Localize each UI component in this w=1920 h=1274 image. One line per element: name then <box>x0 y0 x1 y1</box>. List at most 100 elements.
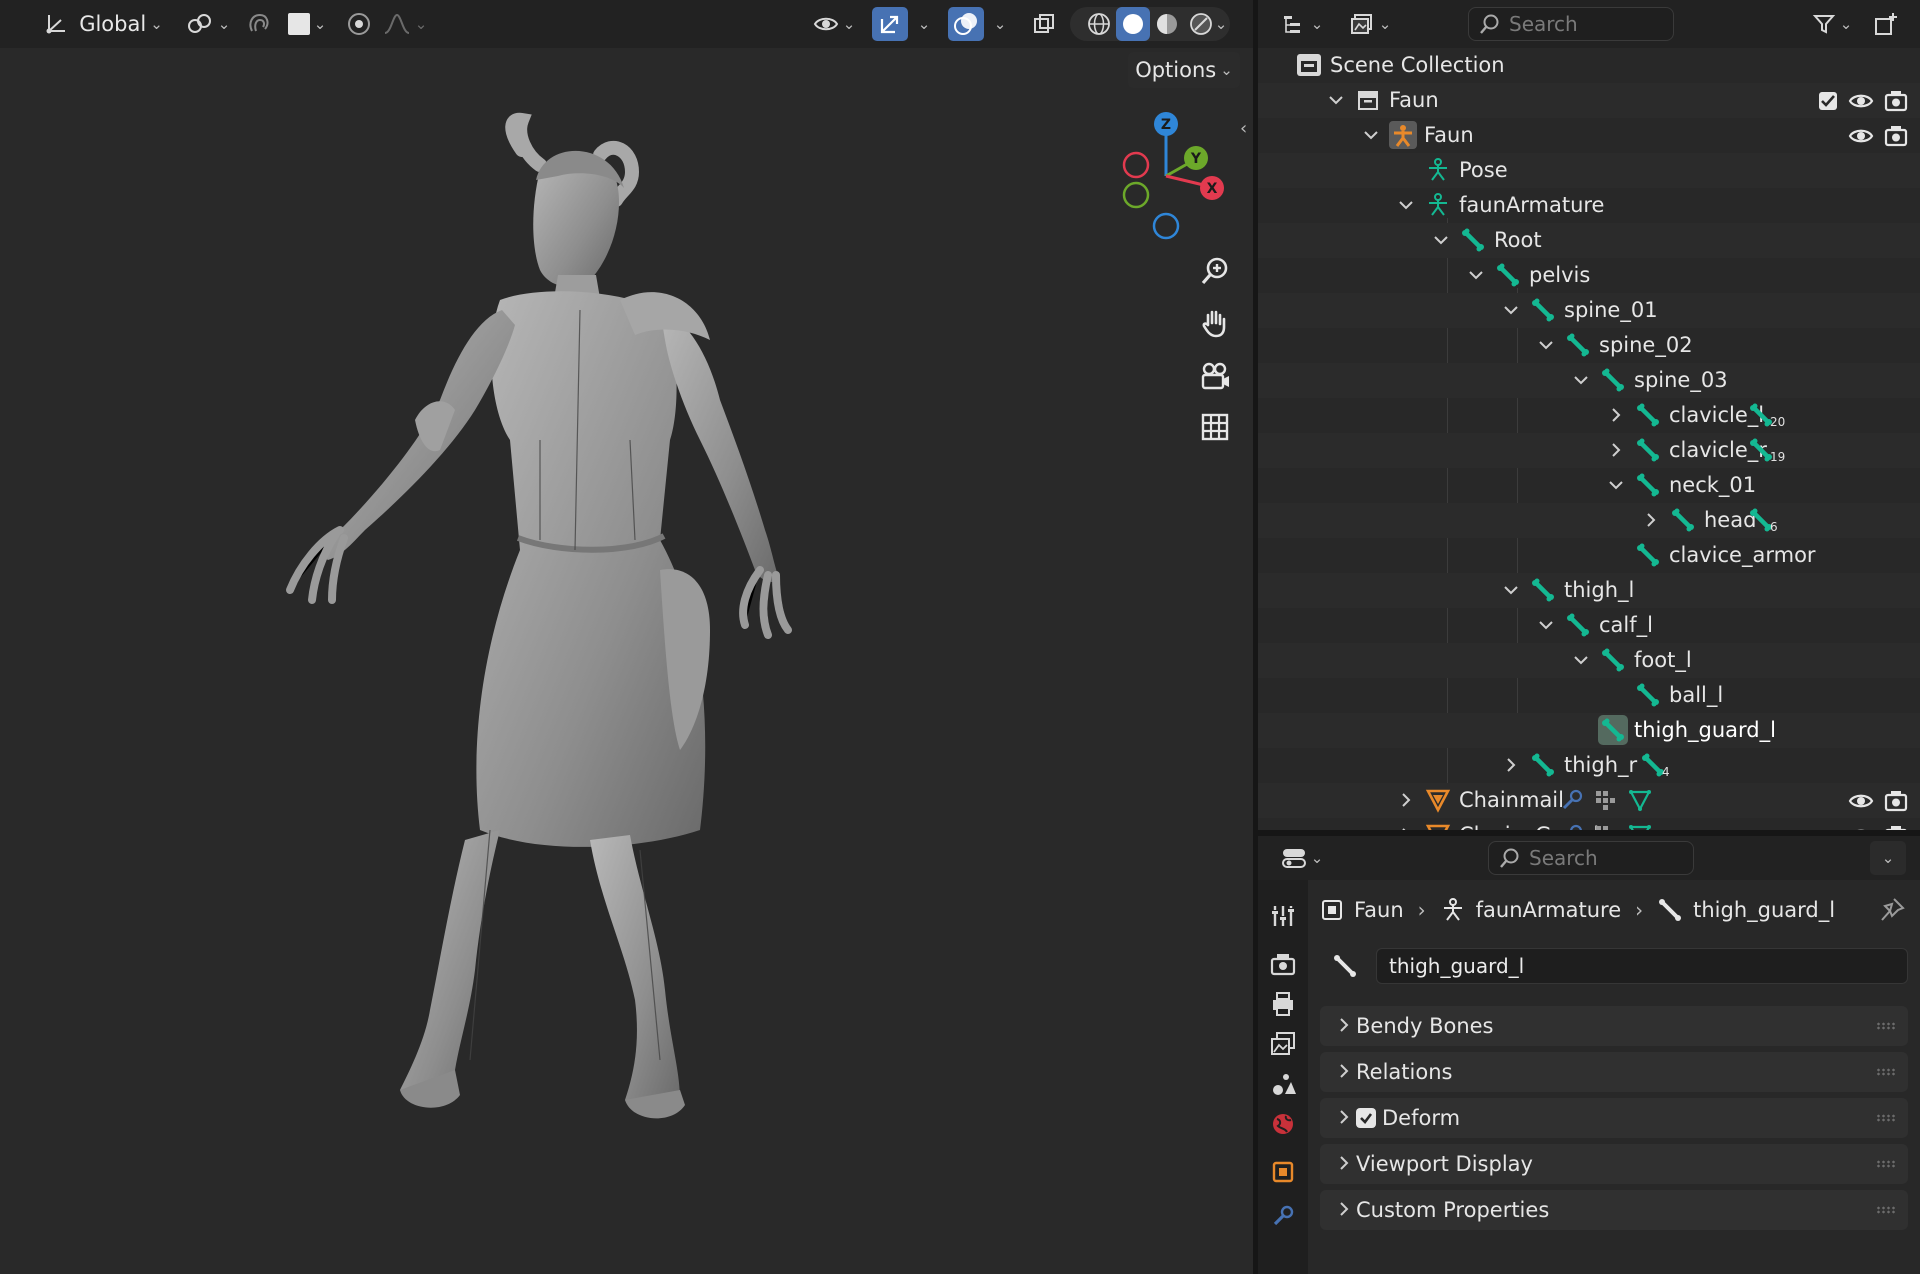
camera-view-button[interactable] <box>1194 355 1236 397</box>
chevron-right-icon[interactable] <box>1334 1153 1354 1177</box>
outliner-search-input[interactable] <box>1509 12 1659 36</box>
drag-handle-icon[interactable] <box>1876 1160 1896 1168</box>
pan-button[interactable] <box>1194 302 1236 344</box>
chevron-down-icon[interactable] <box>1535 614 1557 636</box>
bone-name-field[interactable] <box>1376 948 1908 984</box>
pivot-point-dropdown[interactable]: ⌄ <box>180 7 236 41</box>
render-camera-icon[interactable] <box>1884 125 1908 147</box>
drag-handle-icon[interactable] <box>1876 1068 1896 1076</box>
proportional-edit-toggle[interactable] <box>344 7 374 41</box>
outliner-row[interactable]: Pose <box>1258 153 1920 188</box>
new-collection-button[interactable] <box>1868 7 1904 41</box>
chevron-right-icon[interactable] <box>1605 404 1627 426</box>
vertex-groups-icon[interactable] <box>1594 788 1618 812</box>
outliner-row[interactable]: faunArmature <box>1258 188 1920 223</box>
chevron-right-icon[interactable] <box>1640 509 1662 531</box>
vertex-groups-icon[interactable] <box>1594 823 1618 830</box>
drag-handle-icon[interactable] <box>1876 1114 1896 1122</box>
visibility-dropdown[interactable]: ⌄ <box>808 7 860 41</box>
panel-viewport-display[interactable]: Viewport Display <box>1320 1144 1908 1184</box>
sidebar-toggle-chevron-left-icon[interactable]: ‹ <box>1240 118 1247 139</box>
filter-dropdown[interactable]: ⌄ <box>1804 7 1860 41</box>
tab-tool[interactable] <box>1263 896 1303 936</box>
chevron-down-icon[interactable] <box>1360 124 1382 146</box>
deform-checkbox[interactable] <box>1356 1108 1376 1128</box>
chevron-right-icon[interactable] <box>1605 439 1627 461</box>
eye-icon[interactable] <box>1848 91 1874 111</box>
options-dropdown[interactable]: Options ⌄ <box>1128 52 1240 88</box>
outliner-row[interactable]: spine_02 <box>1258 328 1920 363</box>
outliner-row[interactable]: thigh_r 4 <box>1258 748 1920 783</box>
falloff-dropdown[interactable]: ⌄ <box>380 7 430 41</box>
pin-icon[interactable] <box>1878 896 1906 928</box>
display-mode-dropdown[interactable]: ⌄ <box>1342 7 1398 41</box>
tab-modifiers[interactable] <box>1263 1196 1303 1236</box>
material-preview-button[interactable] <box>1150 7 1184 41</box>
drag-handle-icon[interactable] <box>1876 1206 1896 1214</box>
editor-type-dropdown[interactable]: ⌄ <box>1274 7 1330 41</box>
tab-output[interactable] <box>1263 984 1303 1024</box>
chevron-right-icon[interactable] <box>1334 1061 1354 1085</box>
chevron-right-icon[interactable] <box>1334 1015 1354 1039</box>
chevron-down-icon[interactable] <box>1535 334 1557 356</box>
panel-relations[interactable]: Relations <box>1320 1052 1908 1092</box>
ortho-toggle-button[interactable] <box>1194 406 1236 448</box>
gizmo-options-dropdown[interactable]: ⌄ <box>910 7 938 41</box>
outliner-row[interactable]: Scene Collection <box>1258 48 1920 83</box>
outliner-row[interactable]: ball_l <box>1258 678 1920 713</box>
panel-deform[interactable]: Deform <box>1320 1098 1908 1138</box>
editor-type-dropdown[interactable]: ⌄ <box>1274 841 1330 875</box>
properties-options-dropdown[interactable]: ⌄ <box>1870 841 1906 875</box>
outliner-row[interactable]: Root <box>1258 223 1920 258</box>
shading-options-dropdown[interactable]: ⌄ <box>1206 7 1236 41</box>
tab-world[interactable] <box>1263 1104 1303 1144</box>
chevron-right-icon[interactable] <box>1334 1107 1354 1131</box>
drag-handle-icon[interactable] <box>1876 1022 1896 1030</box>
outliner-row[interactable]: head 6 <box>1258 503 1920 538</box>
outliner-row[interactable]: calf_l <box>1258 608 1920 643</box>
mesh-data-icon[interactable] <box>1628 823 1652 830</box>
panel-custom-properties[interactable]: Custom Properties <box>1320 1190 1908 1230</box>
outliner-row[interactable]: spine_01 <box>1258 293 1920 328</box>
chevron-down-icon[interactable] <box>1570 649 1592 671</box>
eye-icon[interactable] <box>1848 126 1874 146</box>
tab-render[interactable] <box>1263 944 1303 984</box>
3d-viewport[interactable]: Global ⌄ ⌄ ⌄ ⌄ ⌄ ⌄ ⌄ ⌄ Options ⌄ ‹ Z Y X <box>0 0 1253 1274</box>
outliner-row[interactable]: neck_01 <box>1258 468 1920 503</box>
outliner-row[interactable]: foot_l <box>1258 643 1920 678</box>
render-camera-icon[interactable] <box>1884 90 1908 112</box>
wrench-icon[interactable] <box>1560 823 1584 830</box>
gizmo-toggle[interactable] <box>872 7 908 41</box>
outliner-row[interactable]: Chainmail <box>1258 783 1920 818</box>
overlays-options-dropdown[interactable]: ⌄ <box>986 7 1014 41</box>
properties-search[interactable] <box>1488 841 1694 875</box>
chevron-down-icon[interactable] <box>1570 369 1592 391</box>
tab-object[interactable] <box>1263 1152 1303 1192</box>
mesh-data-icon[interactable] <box>1628 788 1652 812</box>
chevron-right-icon[interactable] <box>1395 789 1417 811</box>
outliner-row[interactable]: clavicle_l 20 <box>1258 398 1920 433</box>
chevron-down-icon[interactable] <box>1325 89 1347 111</box>
outliner-row[interactable]: Faun <box>1258 118 1920 153</box>
outliner-row[interactable]: pelvis <box>1258 258 1920 293</box>
faun-character-model[interactable] <box>240 110 860 1210</box>
eye-icon[interactable] <box>1848 791 1874 811</box>
chevron-down-icon[interactable] <box>1605 474 1627 496</box>
wrench-icon[interactable] <box>1560 788 1584 812</box>
chevron-right-icon[interactable] <box>1334 1199 1354 1223</box>
chevron-down-icon[interactable] <box>1430 229 1452 251</box>
chevron-down-icon[interactable] <box>1500 299 1522 321</box>
zoom-button[interactable] <box>1194 250 1236 292</box>
wireframe-shading-button[interactable] <box>1082 7 1116 41</box>
chevron-down-icon[interactable] <box>1500 579 1522 601</box>
panel-bendy-bones[interactable]: Bendy Bones <box>1320 1006 1908 1046</box>
overlays-toggle[interactable] <box>948 7 984 41</box>
outliner-row[interactable]: clavice_armor <box>1258 538 1920 573</box>
chevron-down-icon[interactable] <box>1465 264 1487 286</box>
checkbox-checked-icon[interactable] <box>1818 91 1838 111</box>
navigation-gizmo[interactable]: Z Y X <box>1100 108 1235 248</box>
snap-target-dropdown[interactable]: ⌄ <box>282 7 332 41</box>
outliner-row[interactable]: Faun <box>1258 83 1920 118</box>
outliner-row[interactable]: thigh_l <box>1258 573 1920 608</box>
snap-toggle[interactable] <box>244 7 274 41</box>
